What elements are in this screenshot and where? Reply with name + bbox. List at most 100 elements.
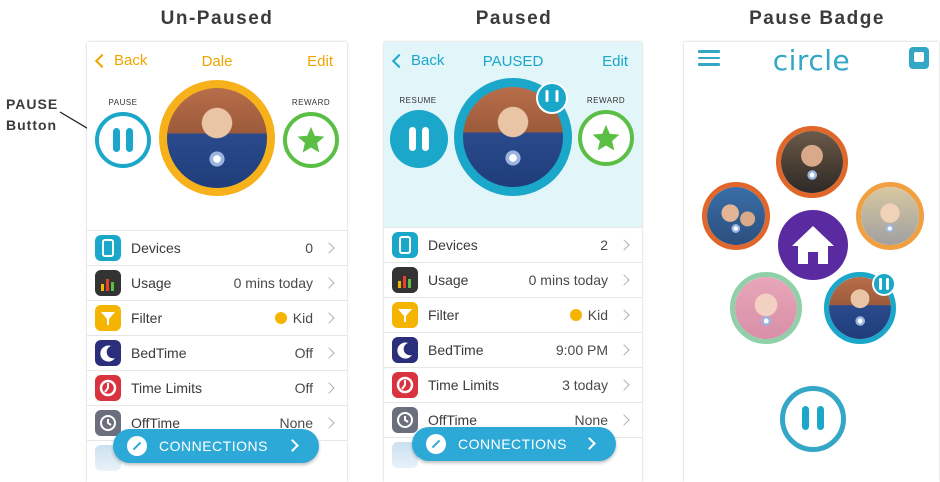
devices-icon [392, 232, 418, 258]
pause-caption: PAUSE [108, 98, 138, 107]
avatar-photo [707, 187, 765, 245]
avatar-photo [781, 131, 843, 193]
chevron-right-icon [323, 312, 335, 324]
list-item-usage[interactable]: Usage 0 mins today [384, 262, 642, 297]
member-avatar[interactable] [730, 272, 802, 344]
connections-button[interactable]: CONNECTIONS [412, 427, 616, 461]
pause-button[interactable] [95, 112, 151, 168]
list-item-filter[interactable]: Filter Kid [87, 300, 347, 335]
row-value: 0 mins today [233, 275, 313, 291]
home-button[interactable] [778, 210, 848, 280]
devices-icon [95, 235, 121, 261]
chevron-right-icon [323, 242, 335, 254]
list-item-usage[interactable]: Usage 0 mins today [87, 265, 347, 300]
offtime-icon [95, 410, 121, 436]
row-label: OffTime [428, 412, 478, 428]
chevron-right-icon [323, 382, 335, 394]
callout-line-1: PAUSE [6, 96, 59, 112]
pause-icon [802, 406, 824, 432]
list-item-devices[interactable]: Devices 2 [384, 227, 642, 262]
chevron-right-icon [618, 309, 630, 321]
filter-value: Kid [292, 310, 313, 326]
heading-paused: Paused [475, 8, 553, 29]
filter-level-dot [274, 312, 287, 324]
list-item-devices[interactable]: Devices 0 [87, 230, 347, 265]
row-label: Usage [131, 275, 172, 291]
nav-bar: Back PAUSED Edit [384, 42, 642, 82]
reward-caption: REWARD [586, 96, 626, 105]
nav-bar: Back Dale Edit [87, 42, 347, 82]
row-label: Devices [131, 240, 181, 256]
home-icon [792, 226, 834, 264]
row-value: 0 mins today [528, 272, 608, 288]
resume-caption: RESUME [399, 96, 437, 105]
edit-button[interactable]: Edit [602, 53, 628, 70]
paused-badge [536, 82, 568, 114]
device-icon[interactable] [909, 47, 929, 69]
row-label: Time Limits [428, 377, 500, 393]
row-value: Off [294, 380, 313, 396]
usage-icon [95, 270, 121, 296]
row-label: Devices [428, 237, 478, 253]
paused-screen: Back PAUSED Edit RESUME REWARD Devices 2… [384, 42, 642, 482]
chevron-right-icon [618, 239, 630, 251]
heading-pause-badge: Pause Badge [749, 8, 885, 29]
filter-value: Kid [587, 307, 608, 323]
heading-unpaused: Un-Paused [160, 8, 274, 29]
pause-icon [113, 128, 133, 152]
pause-icon [879, 278, 889, 290]
reward-caption: REWARD [291, 98, 331, 107]
reward-button[interactable] [283, 112, 339, 168]
star-icon [297, 126, 325, 153]
member-avatar[interactable] [856, 182, 924, 250]
filter-icon [392, 302, 418, 328]
pause-icon [409, 127, 429, 151]
connections-icon [127, 436, 147, 456]
avatar-photo [861, 187, 919, 245]
avatar-photo [167, 88, 267, 188]
offtime-icon [392, 407, 418, 433]
usage-icon [392, 267, 418, 293]
filter-icon [95, 305, 121, 331]
row-label: BedTime [428, 342, 484, 358]
bedtime-icon [95, 340, 121, 366]
row-value: 9:00 PM [555, 342, 608, 358]
row-value: Kid [569, 307, 608, 323]
member-avatar[interactable] [702, 182, 770, 250]
member-avatar[interactable] [776, 126, 848, 198]
app-logo: circle [772, 44, 851, 77]
pause-button-callout: PAUSE Button [6, 94, 58, 136]
row-label: Time Limits [131, 380, 203, 396]
pause-all-button[interactable] [780, 386, 846, 452]
chevron-right-icon [323, 347, 335, 359]
connections-label: CONNECTIONS [458, 436, 567, 452]
row-label: Usage [428, 272, 469, 288]
pause-icon [545, 90, 559, 106]
row-value: Kid [274, 310, 313, 326]
list-item-bedtime[interactable]: BedTime Off [87, 335, 347, 370]
edit-button[interactable]: Edit [307, 53, 333, 70]
chevron-right-icon [323, 417, 335, 429]
chevron-right-icon [618, 344, 630, 356]
paused-badge [872, 272, 896, 296]
time-limits-icon [95, 375, 121, 401]
pause-badge-screen: circle [684, 42, 939, 482]
list-item-time-limits[interactable]: Time Limits 3 today [384, 367, 642, 402]
chevron-right-icon [286, 439, 299, 452]
avatar [159, 80, 275, 196]
chevron-right-icon [618, 274, 630, 286]
chevron-right-icon [618, 414, 630, 426]
filter-level-dot [569, 309, 582, 321]
callout-line-2: Button [6, 117, 58, 133]
list-item-bedtime[interactable]: BedTime 9:00 PM [384, 332, 642, 367]
list-item-time-limits[interactable]: Time Limits Off [87, 370, 347, 405]
resume-button[interactable] [390, 110, 448, 168]
row-label: Filter [428, 307, 460, 323]
list-item-filter[interactable]: Filter Kid [384, 297, 642, 332]
connections-button[interactable]: CONNECTIONS [113, 429, 319, 463]
reward-button[interactable] [578, 110, 634, 166]
chevron-right-icon [618, 379, 630, 391]
row-label: BedTime [131, 345, 187, 361]
connections-icon [426, 434, 446, 454]
connections-label: CONNECTIONS [159, 438, 268, 454]
